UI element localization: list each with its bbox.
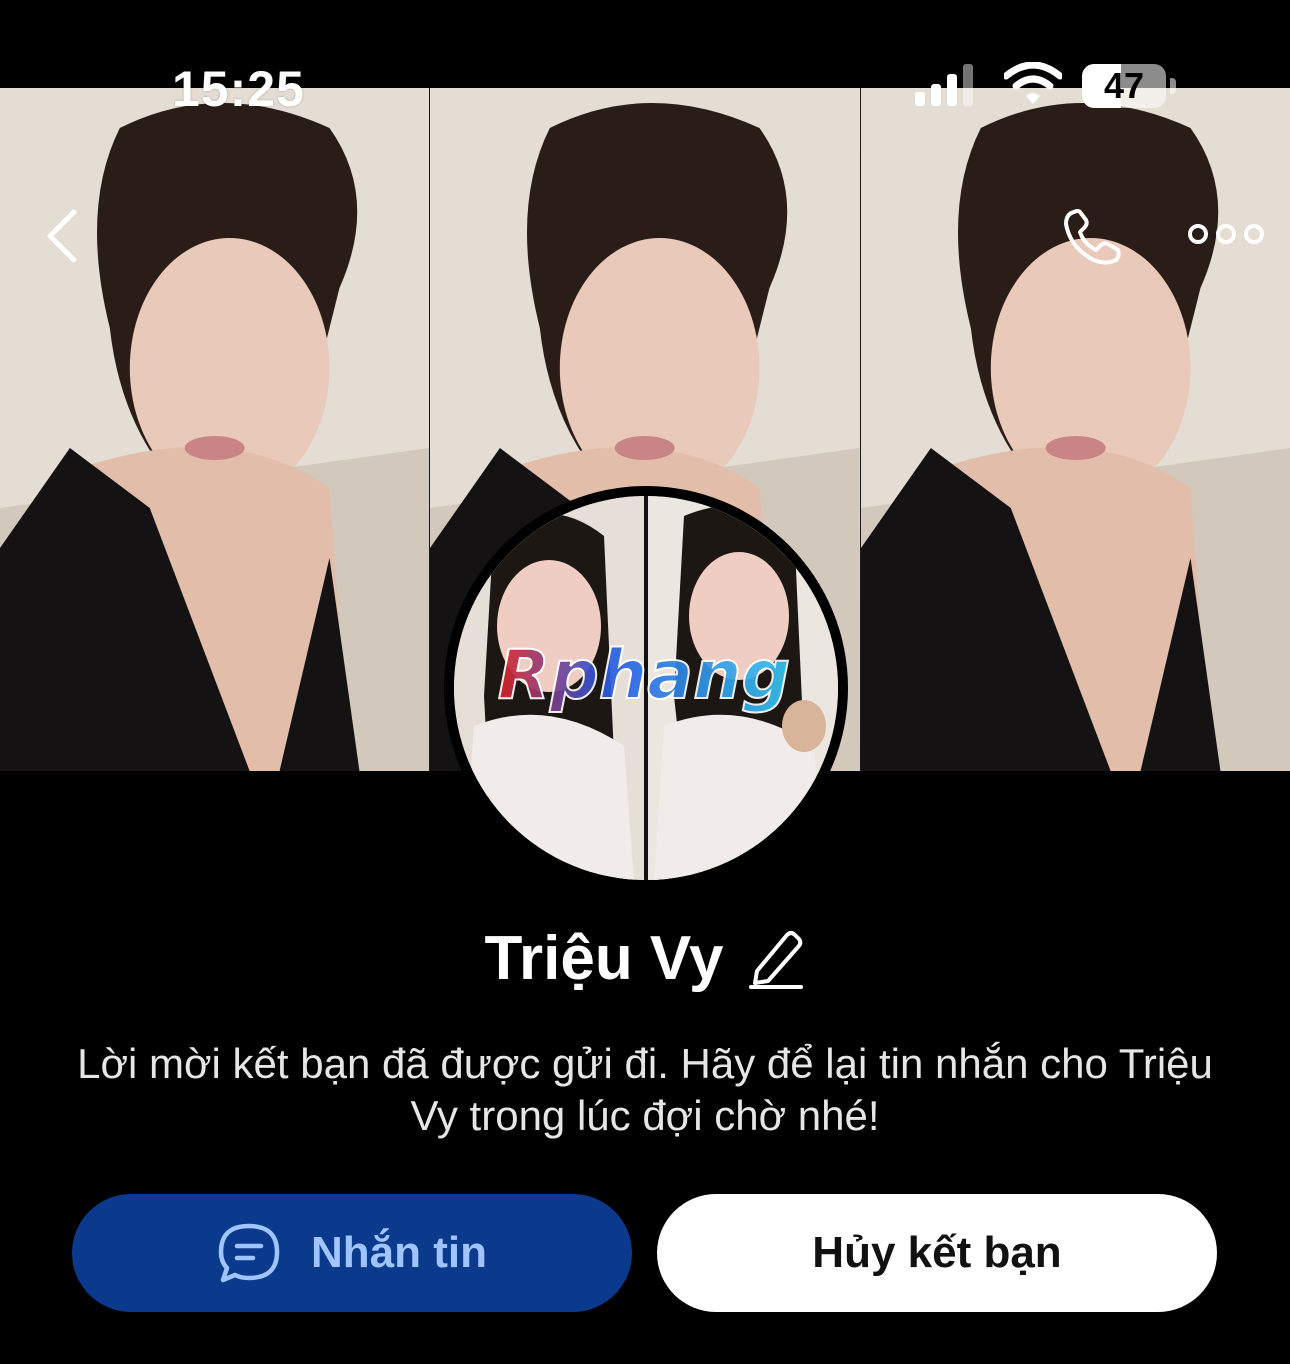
- chat-bubble-icon: [218, 1223, 280, 1283]
- profile-name-row: Triệu Vy: [0, 918, 1290, 998]
- watermark-logo: Rphang: [497, 636, 791, 716]
- unfriend-label: Hủy kết bạn: [812, 1228, 1062, 1277]
- wifi-icon: [1004, 62, 1062, 104]
- cover-photo-panel-1: [0, 88, 431, 771]
- send-message-button[interactable]: Nhắn tin: [72, 1194, 632, 1312]
- signal-icon: [915, 64, 973, 106]
- pencil-icon[interactable]: [747, 927, 805, 989]
- avatar[interactable]: Rphang: [444, 486, 848, 890]
- unfriend-button[interactable]: Hủy kết bạn: [657, 1194, 1217, 1312]
- chevron-left-icon[interactable]: [38, 206, 88, 266]
- battery-level: 47: [1103, 65, 1145, 106]
- status-bar: 15:25 47: [0, 0, 1290, 120]
- profile-screen: 15:25 47 Rphang Triệu Vy Lời mời kết bạn…: [0, 0, 1290, 1364]
- phone-icon[interactable]: [1060, 206, 1126, 268]
- send-message-label: Nhắn tin: [311, 1228, 487, 1277]
- more-options-icon[interactable]: [1188, 216, 1264, 252]
- cover-photo-panel-3: [860, 88, 1290, 771]
- svg-text:Rphang: Rphang: [498, 636, 790, 715]
- battery-icon: 47: [1082, 64, 1178, 110]
- profile-name: Triệu Vy: [484, 923, 724, 993]
- friend-request-message: Lời mời kết bạn đã được gửi đi. Hãy để l…: [77, 1040, 1213, 1139]
- status-time: 15:25: [172, 61, 305, 117]
